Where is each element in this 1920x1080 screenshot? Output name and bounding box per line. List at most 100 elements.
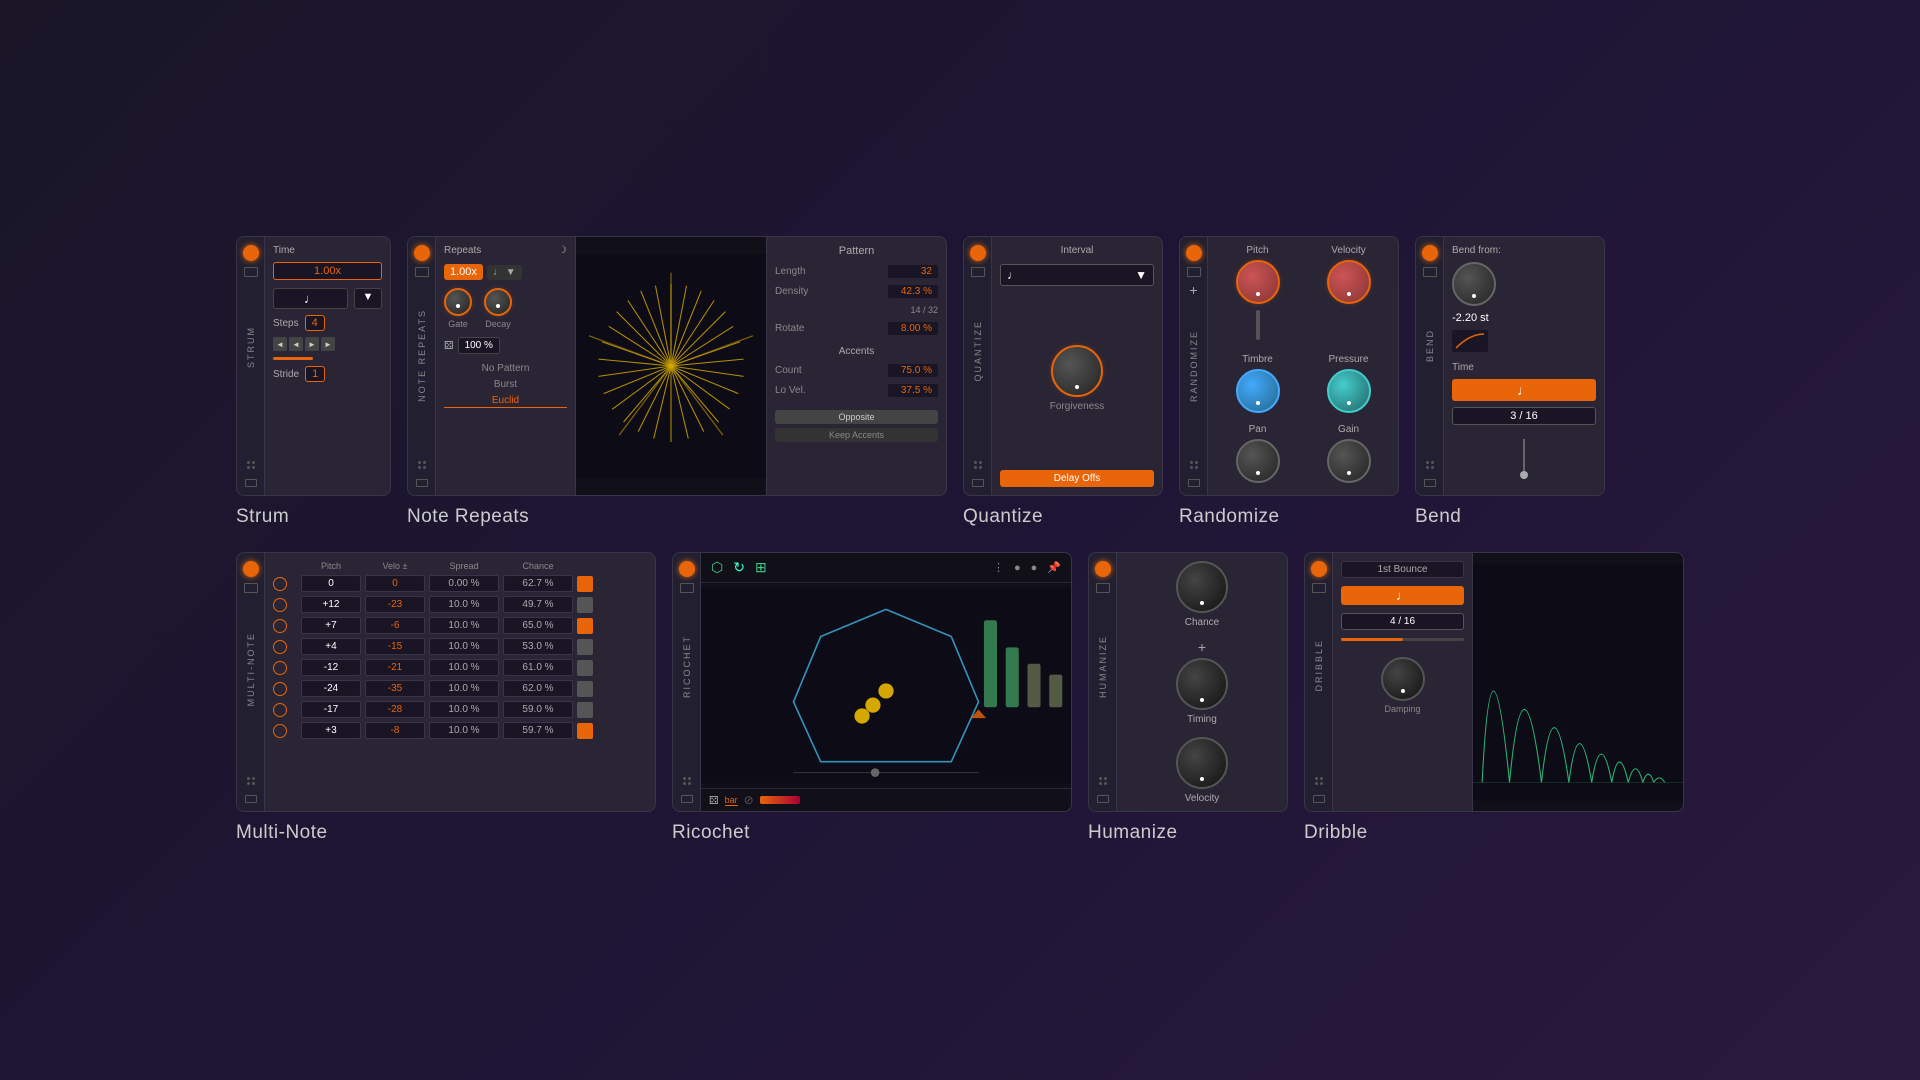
row7-chance[interactable]: 59.0 % [503,701,573,718]
row5-velo[interactable]: -21 [365,659,425,676]
pitch-knob[interactable] [1236,260,1280,304]
row2-spread[interactable]: 10.0 % [429,596,499,613]
row4-pitch[interactable]: +4 [301,638,361,655]
row6-swatch[interactable] [577,681,593,697]
row2-pitch[interactable]: +12 [301,596,361,613]
strum-note-icon[interactable]: ♩ [273,288,348,309]
row3-spread[interactable]: 10.0 % [429,617,499,634]
row7-spread[interactable]: 10.0 % [429,701,499,718]
polygon-icon[interactable]: ⬡ [711,559,723,576]
row4-chance[interactable]: 53.0 % [503,638,573,655]
pressure-knob[interactable] [1327,369,1371,413]
row7-velo[interactable]: -28 [365,701,425,718]
strum-arrow-right1[interactable]: ► [305,337,319,351]
row5-swatch[interactable] [577,660,593,676]
bend-slider-handle[interactable] [1520,471,1528,479]
row5-pitch[interactable]: -12 [301,659,361,676]
note-repeats-tempo[interactable]: 1.00x [444,264,483,280]
percent-value[interactable]: 100 % [458,337,500,354]
pattern-euclid[interactable]: Euclid [444,394,567,408]
note-repeats-power[interactable] [414,245,430,261]
bend-time-value[interactable]: 3 / 16 [1452,407,1596,425]
damping-knob[interactable] [1381,657,1425,701]
row6-spread[interactable]: 10.0 % [429,680,499,697]
row1-chance[interactable]: 62.7 % [503,575,573,592]
strum-power-button[interactable] [243,245,259,261]
rotate-icon[interactable]: ↻ [733,559,745,576]
pan-knob[interactable] [1236,439,1280,483]
row4-velo[interactable]: -15 [365,638,425,655]
row3-swatch[interactable] [577,618,593,634]
row1-swatch[interactable] [577,576,593,592]
bend-knob[interactable] [1452,262,1496,306]
dribble-power[interactable] [1311,561,1327,577]
strum-arrow-right2[interactable]: ► [321,337,335,351]
count-value[interactable]: 75.0 % [888,364,938,377]
bend-time-note[interactable]: ♩ [1452,379,1596,401]
strum-note-arrow[interactable]: ▼ [354,288,382,309]
row3-power[interactable] [273,619,287,633]
row3-pitch[interactable]: +7 [301,617,361,634]
velocity-knob-h[interactable] [1176,737,1228,789]
delay-offs-btn[interactable]: Delay Offs [1000,470,1154,487]
row6-chance[interactable]: 62.0 % [503,680,573,697]
row6-velo[interactable]: -35 [365,680,425,697]
row4-spread[interactable]: 10.0 % [429,638,499,655]
plus-icon[interactable]: + [1189,283,1197,297]
row3-chance[interactable]: 65.0 % [503,617,573,634]
row6-pitch[interactable]: -24 [301,680,361,697]
row7-swatch[interactable] [577,702,593,718]
strum-arrow-left2[interactable]: ◄ [289,337,303,351]
note-select[interactable]: ♩ ▼ [1000,264,1154,286]
decay-knob[interactable] [484,288,512,316]
row5-spread[interactable]: 10.0 % [429,659,499,676]
note-sel[interactable]: ♩ ▼ [487,265,522,280]
quantize-power[interactable] [970,245,986,261]
row8-chance[interactable]: 59.7 % [503,722,573,739]
row5-chance[interactable]: 61.0 % [503,659,573,676]
row7-power[interactable] [273,703,287,717]
timbre-knob[interactable] [1236,369,1280,413]
row1-pitch[interactable]: 0 [301,575,361,592]
density-value[interactable]: 42.3 % [888,285,938,298]
strum-stride-value[interactable]: 1 [305,366,325,382]
randomize-power[interactable] [1186,245,1202,261]
strum-time-value[interactable]: 1.00x [273,262,382,280]
multinote-power[interactable] [243,561,259,577]
gate-knob[interactable] [444,288,472,316]
row8-power[interactable] [273,724,287,738]
pattern-no[interactable]: No Pattern [444,362,567,375]
timing-plus-icon[interactable]: + [1198,640,1206,654]
row8-spread[interactable]: 10.0 % [429,722,499,739]
dribble-slider-track[interactable] [1341,638,1464,641]
row4-power[interactable] [273,640,287,654]
row1-power[interactable] [273,577,287,591]
row7-pitch[interactable]: -17 [301,701,361,718]
opposite-btn[interactable]: Opposite [775,410,938,424]
humanize-power[interactable] [1095,561,1111,577]
row8-swatch[interactable] [577,723,593,739]
row1-spread[interactable]: 0.00 % [429,575,499,592]
row1-velo[interactable]: 0 [365,575,425,592]
row8-pitch[interactable]: +3 [301,722,361,739]
row6-power[interactable] [273,682,287,696]
row2-velo[interactable]: -23 [365,596,425,613]
length-value[interactable]: 32 [888,265,938,278]
row3-velo[interactable]: -6 [365,617,425,634]
row2-power[interactable] [273,598,287,612]
forgiveness-knob[interactable] [1051,345,1103,397]
row8-velo[interactable]: -8 [365,722,425,739]
row2-chance[interactable]: 49.7 % [503,596,573,613]
dribble-time-value[interactable]: 4 / 16 [1341,613,1464,630]
bend-slider[interactable] [1452,431,1596,487]
bend-power[interactable] [1422,245,1438,261]
strum-steps-value[interactable]: 4 [305,315,325,331]
pitch-slider[interactable] [1256,310,1260,340]
row4-swatch[interactable] [577,639,593,655]
strum-arrow-left1[interactable]: ◄ [273,337,287,351]
row2-swatch[interactable] [577,597,593,613]
row5-power[interactable] [273,661,287,675]
chance-knob[interactable] [1176,561,1228,613]
gain-knob[interactable] [1327,439,1371,483]
timing-knob[interactable] [1176,658,1228,710]
